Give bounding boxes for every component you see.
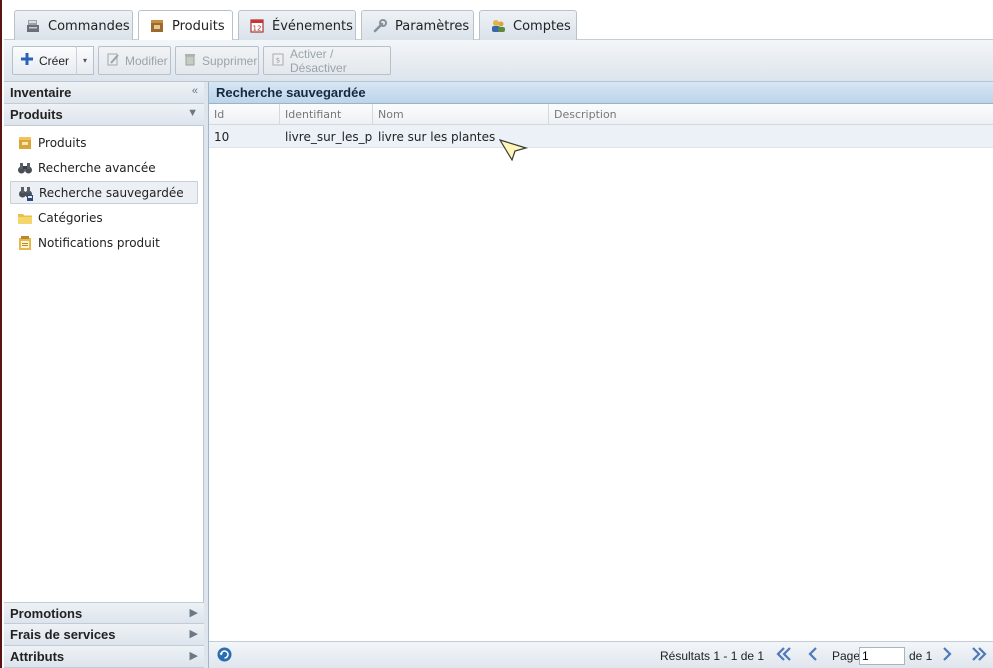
plus-icon — [20, 52, 34, 69]
tab-label: Événements — [272, 18, 353, 34]
refresh-icon — [216, 646, 233, 666]
products-section-title: Produits — [10, 107, 63, 122]
double-chevron-right-icon — [970, 646, 988, 665]
sidebar-item-label: Notifications produit — [38, 235, 160, 250]
box-icon — [149, 18, 165, 34]
service-fees-section-header[interactable]: Frais de services ▶ — [4, 624, 204, 646]
binoculars-icon — [17, 160, 33, 176]
users-icon — [490, 18, 506, 34]
left-sidebar: Inventaire « Produits ▼ Produits Recherc… — [4, 82, 204, 668]
chevron-right-icon: ▶ — [189, 607, 198, 619]
cell-id: 10 — [214, 129, 230, 144]
main-tab-bar: Commandes Produits 12 Événements Paramèt… — [4, 0, 993, 41]
cell-description — [549, 125, 993, 148]
tab-parametres[interactable]: Paramètres — [361, 10, 474, 41]
results-summary: Résultats 1 - 1 de 1 — [660, 648, 765, 663]
page-input-wrap — [859, 646, 905, 665]
calendar-icon: 12 — [249, 18, 265, 34]
column-header-identifiant[interactable]: Identifiant — [280, 104, 373, 125]
collapse-icon[interactable]: « — [192, 85, 198, 97]
toggle-label: Activer / Désactiver — [290, 46, 347, 75]
tab-label: Produits — [172, 18, 225, 34]
inventory-header[interactable]: Inventaire « — [4, 82, 204, 104]
mouse-cursor-icon — [498, 138, 529, 162]
wrench-icon — [372, 18, 388, 34]
sidebar-item-produits[interactable]: Produits — [10, 131, 198, 154]
tab-evenements[interactable]: 12 Événements — [238, 10, 356, 41]
app-window: Commandes Produits 12 Événements Paramèt… — [0, 0, 993, 668]
edit-label: Modifier — [125, 53, 168, 68]
inventory-title: Inventaire — [10, 85, 72, 100]
prev-page-button[interactable] — [807, 646, 819, 665]
chevron-right-icon: ▶ — [189, 628, 198, 640]
grid-header: Id Identifiant Nom Description — [209, 104, 993, 125]
promotions-section-header[interactable]: Promotions ▶ — [4, 602, 204, 624]
refresh-button[interactable] — [216, 646, 233, 665]
box-icon — [17, 135, 33, 151]
create-dropdown-arrow[interactable]: ▾ — [76, 46, 94, 75]
page-total: de 1 — [909, 648, 933, 663]
page-label: Page — [832, 648, 861, 663]
cell-identifiant: livre_sur_les_p — [285, 129, 373, 144]
tab-label: Comptes — [513, 18, 571, 34]
trash-icon — [183, 52, 197, 69]
last-page-button[interactable] — [970, 646, 988, 665]
edit-button[interactable]: Modifier — [98, 46, 171, 75]
folder-icon — [17, 210, 33, 226]
column-header-description[interactable]: Description — [549, 104, 993, 125]
chevron-down-icon: ▼ — [187, 107, 198, 119]
create-label: Créer — [39, 53, 70, 68]
table-row[interactable]: 10 livre_sur_les_p livre sur les plantes — [209, 125, 993, 148]
saved-search-icon — [18, 185, 34, 201]
paging-toolbar: Résultats 1 - 1 de 1 Page de 1 — [209, 641, 993, 668]
tab-produits[interactable]: Produits — [138, 10, 233, 41]
chevron-down-icon: ▾ — [82, 56, 87, 65]
svg-text:12: 12 — [253, 25, 262, 33]
promotions-title: Promotions — [10, 605, 83, 621]
chevron-right-icon: ▶ — [189, 650, 198, 662]
first-page-button[interactable] — [775, 646, 793, 665]
svg-text:$: $ — [276, 57, 280, 65]
attributes-title: Attributs — [10, 649, 65, 664]
delete-label: Supprimer — [202, 53, 258, 68]
products-section-header[interactable]: Produits ▼ — [4, 104, 204, 126]
panel-title: Recherche sauvegardée — [209, 82, 993, 104]
chevron-right-icon — [941, 646, 953, 665]
tab-label: Commandes — [48, 18, 130, 34]
tab-commandes[interactable]: Commandes — [14, 10, 133, 41]
sidebar-item-label: Produits — [38, 135, 87, 150]
column-header-id[interactable]: Id — [209, 104, 280, 125]
chevron-left-icon — [807, 646, 819, 665]
sidebar-item-label: Catégories — [38, 210, 103, 225]
sidebar-item-recherche-sauvegardee[interactable]: Recherche sauvegardée — [10, 181, 198, 204]
next-page-button[interactable] — [941, 646, 953, 665]
sidebar-item-label: Recherche avancée — [38, 160, 156, 175]
register-icon — [25, 18, 41, 34]
tab-label: Paramètres — [395, 18, 470, 34]
toggle-icon: $ — [271, 52, 285, 69]
sidebar-item-recherche-avancee[interactable]: Recherche avancée — [10, 156, 198, 179]
create-button[interactable]: Créer — [12, 46, 77, 75]
action-toolbar: Créer ▾ Modifier Supprimer $ Activer / D… — [4, 40, 993, 82]
delete-button[interactable]: Supprimer — [175, 46, 259, 75]
page-number-input[interactable] — [859, 646, 905, 665]
attributes-section-header[interactable]: Attributs ▶ — [4, 646, 204, 668]
toggle-active-button[interactable]: $ Activer / Désactiver — [263, 46, 391, 75]
sidebar-item-notifications-produit[interactable]: Notifications produit — [10, 231, 198, 254]
notification-icon — [17, 235, 33, 251]
tab-comptes[interactable]: Comptes — [479, 10, 577, 41]
service-fees-title: Frais de services — [10, 627, 116, 642]
column-header-nom[interactable]: Nom — [373, 104, 549, 125]
sidebar-item-categories[interactable]: Catégories — [10, 206, 198, 229]
sidebar-item-label: Recherche sauvegardée — [39, 185, 184, 200]
saved-search-panel: Recherche sauvegardée Id Identifiant Nom… — [208, 82, 993, 668]
double-chevron-left-icon — [775, 646, 793, 665]
pencil-icon — [106, 52, 120, 69]
